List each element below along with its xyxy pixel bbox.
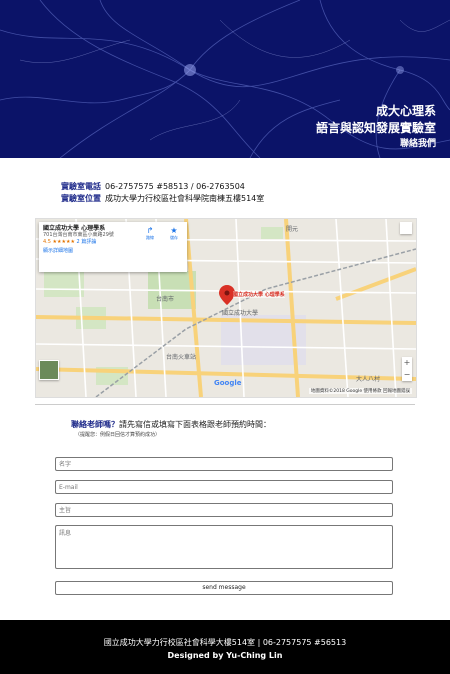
contact-instruction: 請先寫信或填寫下面表格跟老師預約時間： — [119, 420, 271, 429]
directions-icon: ↱ — [146, 226, 154, 235]
location-row: 實驗室位置 成功大學力行校區社會科學院南棟五樓514室 — [61, 193, 264, 205]
satellite-toggle-button[interactable] — [39, 360, 59, 380]
zoom-out-icon[interactable]: − — [402, 369, 412, 381]
place-reviews-link[interactable]: 2 篇評論 — [77, 239, 97, 245]
phone-row: 實驗室電話 06-2757575 #58513 / 06-2763504 — [61, 181, 264, 193]
map-label-dapa: 大人八村 — [356, 375, 380, 383]
map-label-tainan: 台南市 — [156, 295, 174, 303]
embedded-map[interactable]: 國立成功大學 台南市 開元 大人八村 台南火車站 國立成功大學 心理學系 701… — [35, 218, 417, 398]
save-label: 儲存 — [170, 235, 178, 240]
phone-value: 06-2757575 #58513 / 06-2763504 — [105, 182, 245, 191]
map-attribution[interactable]: 地圖資料©2018 Google 使用條款 回報地圖錯誤 — [308, 388, 412, 394]
footer-credit: Designed by Yu-Ching Lin — [167, 651, 283, 660]
footer: 國立成功大學力行校區社會科學大樓514室 | 06-2757575 #56513… — [0, 620, 450, 674]
contact-heading: 聯絡老師嗎？請先寫信或填寫下面表格跟老師預約時間： — [71, 419, 271, 430]
subject-field[interactable] — [55, 503, 393, 517]
map-label-station: 台南火車站 — [166, 353, 196, 361]
contact-question: 聯絡老師嗎？ — [71, 420, 119, 429]
lab-name: 語言與認知發展實驗室 — [315, 121, 436, 135]
location-label: 實驗室位置 — [61, 194, 101, 203]
lab-info: 實驗室電話 06-2757575 #58513 / 06-2763504 實驗室位… — [61, 181, 264, 205]
hero-banner: 成大心理系 語言與認知發展實驗室 聯絡我們 — [0, 0, 450, 158]
save-place-button[interactable]: ★ 儲存 — [167, 226, 181, 240]
place-rating: 4.5 ★★★★★ — [43, 239, 75, 245]
fullscreen-icon[interactable] — [400, 222, 412, 234]
name-field[interactable] — [55, 457, 393, 471]
hero-text: 成大心理系 語言與認知發展實驗室 聯絡我們 — [316, 103, 436, 152]
send-message-button[interactable]: send message — [55, 581, 393, 595]
directions-label: 路線 — [146, 235, 154, 240]
location-value: 成功大學力行校區社會科學院南棟五樓514室 — [105, 194, 265, 203]
email-field[interactable] — [55, 480, 393, 494]
message-field[interactable] — [55, 525, 393, 569]
directions-button[interactable]: ↱ 路線 — [143, 226, 157, 240]
contact-us-link[interactable]: 聯絡我們 — [316, 137, 436, 152]
place-name: 國立成功大學 心理學系 — [43, 225, 106, 232]
footer-address: 國立成功大學力行校區社會科學大樓514室 | 06-2757575 #56513 — [103, 638, 347, 647]
place-address: 701台灣台南市東區小東路29號 — [43, 232, 114, 238]
place-card: 國立成功大學 心理學系 701台灣台南市東區小東路29號 4.5 ★★★★★ 2… — [39, 222, 187, 272]
map-label-ncku: 國立成功大學 — [222, 309, 258, 317]
phone-label: 實驗室電話 — [61, 182, 101, 191]
zoom-in-icon[interactable]: + — [402, 357, 412, 369]
section-divider — [35, 404, 415, 405]
pin-label[interactable]: 國立成功大學 心理學系 — [233, 291, 285, 298]
site-title: 成大心理系 — [375, 104, 436, 118]
contact-note: （提醒您：例假日回信才算預約成功） — [75, 432, 161, 438]
zoom-control[interactable]: + − — [402, 357, 412, 381]
google-logo: Google — [214, 379, 242, 387]
star-icon: ★ — [170, 226, 178, 235]
larger-map-link[interactable]: 顯示詳細地圖 — [43, 248, 183, 255]
map-label-kaiyuan: 開元 — [286, 226, 298, 233]
